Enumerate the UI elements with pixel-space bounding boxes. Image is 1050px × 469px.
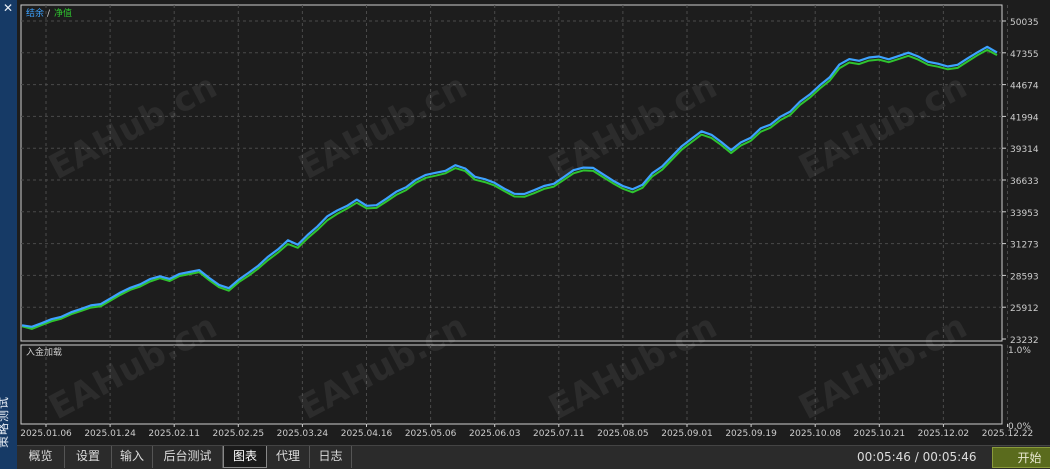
tab-journal[interactable]: 日志 (310, 446, 352, 468)
x-tick-label: 2025.08.05 (597, 429, 649, 439)
y-tick-label: 47355 (1010, 50, 1039, 60)
tab-agents[interactable]: 代理 (267, 446, 310, 468)
tester-tab-bar: 概览 设置 输入 后台测试 图表 代理 日志 00:05:46 / 00:05:… (17, 445, 1050, 469)
x-tick-label: 2025.10.08 (789, 429, 841, 439)
subchart-label: 入金加载 (26, 346, 62, 358)
strategy-tester-sidebar: ✕ 策略测试 (0, 0, 17, 469)
y-tick-label: 25912 (1010, 304, 1039, 314)
x-axis-ticks: 2025.01.06 2025.01.24 2025.02.11 2025.02.25… (20, 424, 1033, 439)
y-tick-label: 33953 (1010, 209, 1039, 219)
y-tick-label: 50035 (1010, 18, 1039, 28)
start-button[interactable]: 开始 (992, 447, 1050, 468)
sidebar-title: 策略测试 (0, 395, 10, 448)
x-tick-label: 2025.02.11 (148, 429, 200, 439)
y-tick-label: 28593 (1010, 272, 1039, 282)
x-tick-label: 2025.05.06 (405, 429, 457, 439)
elapsed-timer: 00:05:46 / 00:05:46 (857, 450, 977, 464)
x-tick-label: 2025.02.25 (213, 429, 265, 439)
balance-equity-chart: EAHub.cn EAHub.cn EAHub.cn EAHub.cnEAHub.cn… (20, 4, 1039, 439)
x-tick-label: 2025.01.24 (84, 429, 136, 439)
x-tick-label: 2025.09.19 (725, 429, 777, 439)
x-tick-label: 2025.03.24 (277, 429, 329, 439)
x-tick-label: 2025.06.03 (469, 429, 521, 439)
x-tick-label: 2025.10.21 (854, 429, 906, 439)
chart-panel: EAHub.cn EAHub.cn EAHub.cn EAHub.cn EAHub.cn… (17, 0, 1050, 445)
tab-settings[interactable]: 设置 (65, 446, 112, 468)
y-tick-label: 44674 (1010, 82, 1039, 92)
y-tick-label: 39314 (1010, 145, 1039, 155)
legend-balance: 结余 (26, 7, 44, 19)
x-tick-label: 2025.09.01 (661, 429, 713, 439)
chart-legend: 结余 / 净值 (26, 7, 72, 19)
y-tick-label: 23232 (1010, 336, 1039, 346)
y-tick-label: 31273 (1010, 241, 1039, 251)
x-tick-label: 2025.12.02 (918, 429, 970, 439)
x-tick-label: 2025.01.06 (20, 429, 72, 439)
y-tick-label: 36633 (1010, 177, 1039, 187)
x-tick-label: 2025.07.11 (533, 429, 585, 439)
legend-equity: 净值 (54, 7, 72, 19)
main-chart-frame (20, 4, 1003, 342)
subchart-bottom-value: 0.0% (1008, 422, 1031, 432)
tab-backtest[interactable]: 后台测试 (153, 446, 223, 468)
close-icon[interactable]: ✕ (3, 1, 13, 15)
y-tick-label: 41994 (1010, 113, 1039, 123)
tab-chart[interactable]: 图表 (223, 446, 267, 468)
x-tick-label: 2025.04.16 (341, 429, 393, 439)
subchart-top-value: 1.0% (1008, 346, 1031, 356)
tab-overview[interactable]: 概览 (17, 446, 65, 468)
tab-inputs[interactable]: 输入 (112, 446, 153, 468)
